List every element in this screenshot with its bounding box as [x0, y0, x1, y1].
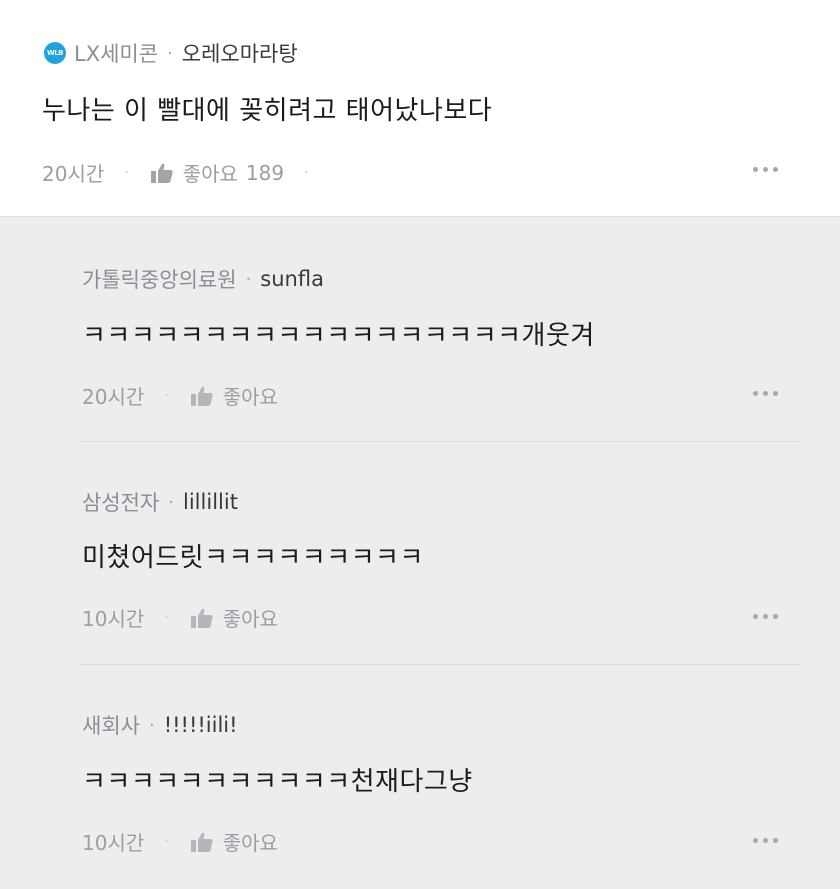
comment-author[interactable]: WLB LX세미콘 · 오레오마라탕 — [44, 38, 298, 68]
thumbs-up-icon — [190, 832, 213, 852]
nickname: 오레오마라탕 — [181, 42, 298, 66]
more-options-icon[interactable] — [753, 838, 778, 843]
reply-time: 10시간 — [82, 831, 145, 855]
meta-separator: · — [245, 268, 252, 290]
comment-footer: 20시간 · 좋아요 189 · — [42, 158, 331, 187]
reply-list: 가톨릭중앙의료원 · sunfla ㅋㅋㅋㅋㅋㅋㅋㅋㅋㅋㅋㅋㅋㅋㅋㅋㅋㅋ개웃겨 … — [0, 216, 840, 889]
nickname: sunfla — [260, 267, 324, 291]
thumbs-up-icon — [190, 608, 213, 628]
like-label: 좋아요 — [222, 831, 278, 855]
reply-text: ㅋㅋㅋㅋㅋㅋㅋㅋㅋㅋㅋ천재다그냥 — [82, 767, 473, 797]
footer-separator: · — [304, 164, 309, 181]
more-options-icon[interactable] — [753, 391, 778, 396]
comment-time: 20시간 — [42, 162, 105, 186]
nickname: lillillit — [183, 490, 238, 514]
thumbs-up-icon — [150, 163, 173, 183]
nickname: !!!!!iili! — [163, 713, 238, 737]
meta-separator: · — [148, 714, 155, 736]
comment-main: WLB LX세미콘 · 오레오마라탕 누나는 이 빨대에 꽂히려고 태어났나보다… — [0, 0, 840, 216]
reply-divider — [80, 664, 800, 665]
footer-separator: · — [164, 833, 169, 850]
footer-separator: · — [164, 387, 169, 404]
like-button[interactable]: 좋아요 — [190, 603, 278, 632]
like-count: 189 — [245, 160, 285, 185]
like-label: 좋아요 — [182, 162, 238, 186]
reply-footer: 20시간 · 좋아요 — [82, 381, 278, 410]
reply-time: 10시간 — [82, 607, 145, 631]
company-badge-icon: WLB — [44, 42, 66, 64]
reply-time: 20시간 — [82, 385, 145, 409]
reply-text: ㅋㅋㅋㅋㅋㅋㅋㅋㅋㅋㅋㅋㅋㅋㅋㅋㅋㅋ개웃겨 — [82, 321, 595, 351]
reply-divider — [80, 441, 800, 442]
comment-text: 누나는 이 빨대에 꽂히려고 태어났나보다 — [42, 96, 493, 126]
reply-author[interactable]: 삼성전자 · lillillit — [82, 487, 238, 517]
reply-footer: 10시간 · 좋아요 — [82, 603, 278, 632]
thumbs-up-icon — [190, 386, 213, 406]
footer-separator: · — [124, 164, 129, 181]
meta-separator: · — [167, 42, 173, 64]
more-options-icon[interactable] — [753, 614, 778, 619]
like-button[interactable]: 좋아요 — [190, 381, 278, 410]
reply-footer: 10시간 · 좋아요 — [82, 827, 278, 856]
reply-author[interactable]: 가톨릭중앙의료원 · sunfla — [82, 264, 324, 294]
more-options-icon[interactable] — [753, 167, 778, 172]
like-label: 좋아요 — [222, 607, 278, 631]
meta-separator: · — [168, 491, 175, 513]
company-name: LX세미콘 — [74, 42, 159, 66]
footer-separator: · — [164, 609, 169, 626]
reply-author[interactable]: 새회사 · !!!!!iili! — [82, 710, 238, 740]
like-label: 좋아요 — [222, 385, 278, 409]
company-name: 삼성전자 — [82, 491, 160, 515]
reply-text: 미쳤어드릿ㅋㅋㅋㅋㅋㅋㅋㅋㅋ — [82, 543, 424, 573]
like-button[interactable]: 좋아요 189 — [150, 158, 285, 187]
like-button[interactable]: 좋아요 — [190, 827, 278, 856]
company-name: 가톨릭중앙의료원 — [82, 268, 237, 292]
company-name: 새회사 — [82, 714, 140, 738]
